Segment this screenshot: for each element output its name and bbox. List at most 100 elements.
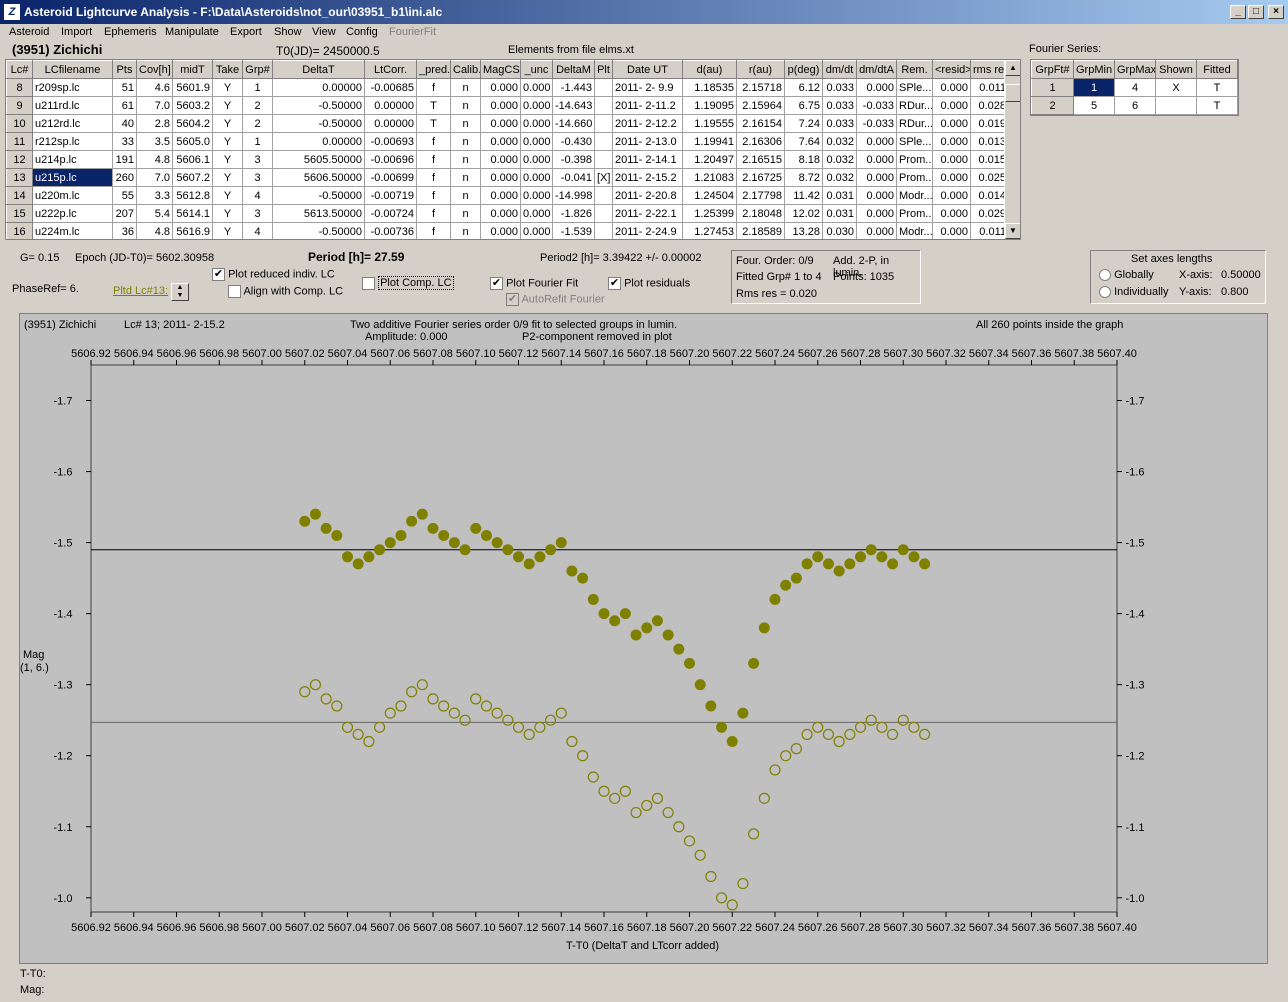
table-row[interactable]: 9 u211rd.lc 61 7.0 5603.2 Y 2 -0.50000 0.00000 Tn… — [6, 96, 1009, 115]
table-cell[interactable]: 0.033 — [822, 78, 857, 97]
table-cell[interactable]: 0.000 — [480, 186, 521, 205]
plot-area[interactable] — [90, 364, 1118, 913]
row-header[interactable]: 16 — [6, 222, 33, 239]
plot-resid-checkbox[interactable]: ✔ — [608, 277, 621, 290]
data-point-filled[interactable] — [480, 529, 492, 541]
table-row[interactable]: 13 u215p.lc 260 7.0 5607.2 Y 3 5606.50000 -0.006… — [6, 168, 1009, 187]
table-cell[interactable]: 5616.9 — [172, 222, 213, 239]
table-cell[interactable]: 3.3 — [136, 186, 173, 205]
table-cell[interactable] — [594, 78, 613, 97]
table-row[interactable]: 11 r212sp.lc 33 3.5 5605.0 Y 1 0.00000 -0.00693 f… — [6, 132, 1009, 151]
table-cell[interactable]: 2011- 2-20.8 — [612, 186, 683, 205]
table-cell[interactable]: 0.000 — [480, 132, 521, 151]
table-cell[interactable]: Y — [212, 186, 243, 205]
lc-column-header[interactable]: Take — [212, 60, 243, 79]
table-cell[interactable]: 4 — [242, 186, 273, 205]
data-point-filled[interactable] — [716, 721, 728, 733]
table-cell[interactable]: 0.032 — [822, 168, 857, 187]
table-cell[interactable]: Y — [212, 222, 243, 239]
table-cell[interactable] — [594, 186, 613, 205]
data-point-filled[interactable] — [545, 544, 557, 556]
table-cell[interactable]: Prom... — [896, 204, 933, 223]
table-cell[interactable]: 0.000 — [480, 114, 521, 133]
data-point-filled[interactable] — [812, 551, 824, 563]
table-cell[interactable]: 0.000 — [856, 204, 897, 223]
table-cell[interactable]: 0.000 — [932, 186, 971, 205]
table-cell[interactable] — [594, 132, 613, 151]
table-cell[interactable]: Y — [212, 96, 243, 115]
table-cell[interactable]: SPle... — [896, 78, 933, 97]
data-point-filled[interactable] — [844, 558, 856, 570]
data-point-filled[interactable] — [534, 551, 546, 563]
table-cell[interactable] — [594, 96, 613, 115]
table-cell[interactable]: Prom... — [896, 168, 933, 187]
data-point-filled[interactable] — [684, 657, 695, 669]
plot-reduced-checkbox[interactable]: ✔ — [212, 268, 225, 281]
table-cell[interactable]: 40 — [112, 114, 137, 133]
table-cell[interactable]: 2011- 2-12.2 — [612, 114, 683, 133]
data-point-filled[interactable] — [887, 558, 899, 570]
table-cell[interactable]: 2011- 2-24.9 — [612, 222, 683, 239]
table-cell[interactable]: 2.15718 — [736, 78, 785, 97]
table-cell[interactable]: f — [416, 150, 451, 169]
table-cell[interactable]: T — [416, 96, 451, 115]
data-point-filled[interactable] — [726, 736, 738, 748]
table-cell[interactable]: 0.011 — [970, 222, 1009, 239]
lc-column-header[interactable]: Date UT — [612, 60, 683, 79]
data-point-filled[interactable] — [651, 615, 663, 627]
lc-column-header[interactable]: Cov[h] — [136, 60, 173, 79]
table-cell[interactable]: u212rd.lc — [32, 114, 113, 133]
lc-column-header[interactable]: LCfilename — [32, 60, 113, 79]
data-point-filled[interactable] — [459, 544, 471, 556]
table-cell[interactable]: Y — [212, 132, 243, 151]
data-point-filled[interactable] — [598, 608, 610, 620]
table-cell[interactable]: 207 — [112, 204, 137, 223]
table-cell[interactable]: [X] — [594, 168, 613, 187]
data-point-filled[interactable] — [694, 679, 706, 691]
table-cell[interactable]: 7.24 — [784, 114, 823, 133]
table-cell[interactable]: 5605.50000 — [272, 150, 365, 169]
table-cell[interactable]: 2.15964 — [736, 96, 785, 115]
data-point-filled[interactable] — [769, 593, 781, 605]
fourier-cell[interactable]: X — [1155, 78, 1197, 97]
table-cell[interactable]: 1.19941 — [682, 132, 737, 151]
lc-column-header[interactable]: d(au) — [682, 60, 737, 79]
menu-import[interactable]: Import — [61, 26, 92, 38]
lc-column-header[interactable]: dm/dt — [822, 60, 857, 79]
lc-column-header[interactable]: Rem. — [896, 60, 933, 79]
table-cell[interactable]: 5614.1 — [172, 204, 213, 223]
table-cell[interactable]: 0.031 — [822, 204, 857, 223]
table-cell[interactable] — [594, 150, 613, 169]
fourier-column-header[interactable]: Fitted — [1196, 60, 1238, 79]
table-cell[interactable]: 7.0 — [136, 168, 173, 187]
fourier-column-header[interactable]: Shown — [1155, 60, 1197, 79]
table-cell[interactable]: 1.24504 — [682, 186, 737, 205]
table-cell[interactable]: -0.50000 — [272, 96, 365, 115]
individually-radio[interactable] — [1099, 286, 1111, 299]
row-header[interactable]: 15 — [6, 204, 33, 223]
pltd-lc-label[interactable]: Pltd Lc#13: — [113, 285, 168, 297]
table-cell[interactable]: 0.000 — [480, 204, 521, 223]
table-cell[interactable]: 0.000 — [520, 168, 553, 187]
table-cell[interactable]: -0.033 — [856, 114, 897, 133]
table-cell[interactable]: 3.5 — [136, 132, 173, 151]
table-cell[interactable]: Y — [212, 78, 243, 97]
table-cell[interactable]: 8.18 — [784, 150, 823, 169]
table-cell[interactable]: 2.18589 — [736, 222, 785, 239]
table-cell[interactable]: Prom... — [896, 150, 933, 169]
table-cell[interactable]: 2 — [242, 96, 273, 115]
menu-show[interactable]: Show — [274, 26, 302, 38]
plot-fourier-option[interactable]: ✔ Plot Fourier Fit — [490, 277, 578, 290]
lc-column-header[interactable]: dm/dtA — [856, 60, 897, 79]
row-header[interactable]: 11 — [6, 132, 33, 151]
table-cell[interactable]: 0.000 — [932, 132, 971, 151]
fourier-cell[interactable]: 4 — [1114, 78, 1156, 97]
plot-reduced-option[interactable]: ✔ Plot reduced indiv. LC — [212, 268, 335, 281]
data-point-filled[interactable] — [363, 551, 375, 563]
lc-column-header[interactable]: midT — [172, 60, 213, 79]
table-cell[interactable]: 0.000 — [932, 114, 971, 133]
table-cell[interactable]: 4.8 — [136, 222, 173, 239]
lc-spinner[interactable]: ▲ ▼ — [171, 283, 189, 301]
data-point-filled[interactable] — [662, 629, 674, 641]
table-cell[interactable]: -0.50000 — [272, 186, 365, 205]
